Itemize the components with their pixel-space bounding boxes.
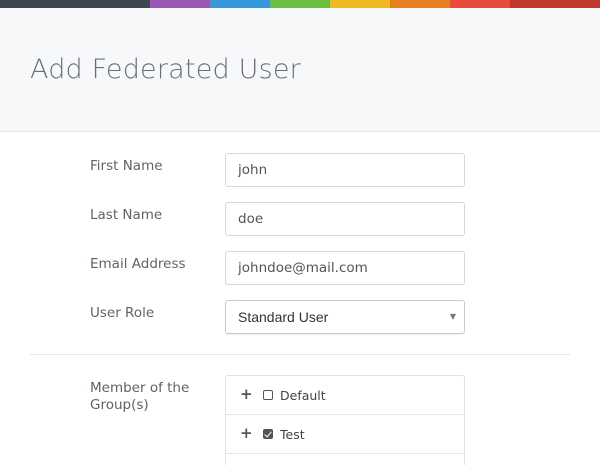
email-label: Email Address bbox=[90, 256, 186, 272]
first-name-field[interactable] bbox=[225, 153, 465, 187]
list-item[interactable]: + Test bbox=[226, 415, 464, 454]
last-name-field[interactable] bbox=[225, 202, 465, 236]
first-name-label: First Name bbox=[90, 158, 163, 174]
last-name-label: Last Name bbox=[90, 207, 163, 223]
page-header: Add Federated User bbox=[0, 8, 600, 132]
list-item[interactable]: + Default bbox=[226, 376, 464, 415]
color-segment bbox=[150, 0, 210, 8]
plus-icon[interactable]: + bbox=[240, 387, 253, 402]
color-segment bbox=[510, 0, 600, 8]
group-checkbox-test[interactable] bbox=[263, 429, 273, 439]
email-field[interactable] bbox=[225, 251, 465, 285]
color-segment bbox=[450, 0, 510, 8]
color-segment bbox=[270, 0, 330, 8]
color-segment bbox=[390, 0, 450, 8]
plus-icon[interactable]: + bbox=[240, 426, 253, 441]
groups-label: Member of the Group(s) bbox=[90, 380, 190, 413]
color-segment bbox=[330, 0, 390, 8]
section-divider bbox=[30, 354, 570, 355]
brand-color-bar bbox=[0, 0, 600, 8]
group-name: Test bbox=[280, 427, 305, 442]
user-role-value: Standard User bbox=[238, 309, 329, 325]
group-list: + Default + Test bbox=[225, 375, 465, 465]
page-title: Add Federated User bbox=[30, 54, 301, 85]
user-role-select[interactable]: Standard User ▼ bbox=[225, 300, 465, 334]
color-segment bbox=[210, 0, 270, 8]
group-checkbox-default[interactable] bbox=[263, 390, 273, 400]
group-name: Default bbox=[280, 388, 326, 403]
user-role-label: User Role bbox=[90, 305, 155, 321]
color-segment bbox=[0, 0, 150, 8]
caret-down-icon: ▼ bbox=[449, 312, 456, 321]
